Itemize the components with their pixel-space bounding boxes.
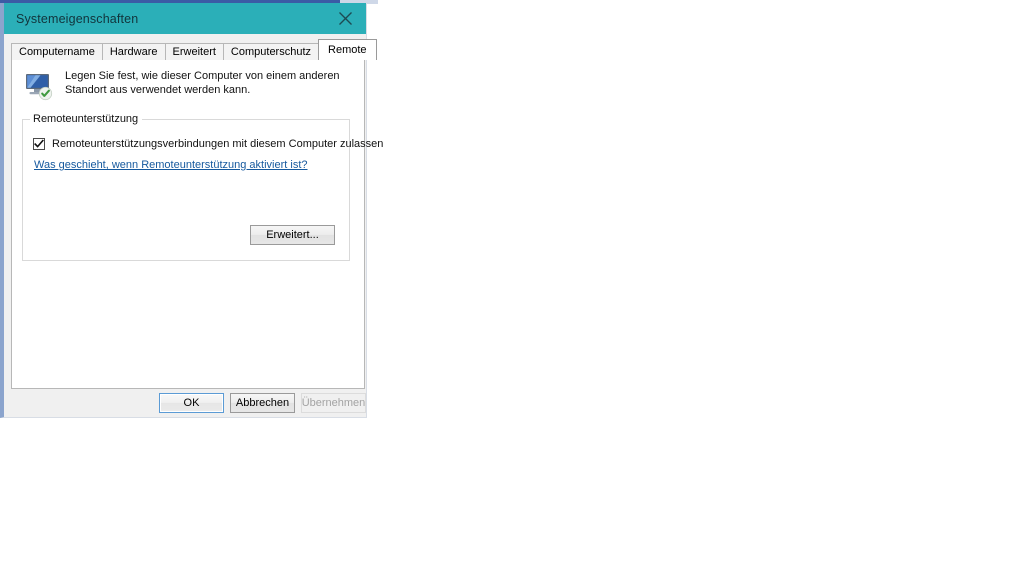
tab-strip: Computername Hardware Erweitert Computer…	[11, 39, 377, 60]
remote-computer-icon	[26, 74, 53, 101]
tab-erweitert[interactable]: Erweitert	[164, 43, 224, 60]
ok-button[interactable]: OK	[159, 393, 224, 413]
groupbox-legend: Remoteunterstützung	[30, 113, 143, 125]
remote-assistance-groupbox: Remoteunterstützung Remoteunterstützungs…	[22, 113, 383, 261]
tab-computerschutz[interactable]: Computerschutz	[222, 43, 320, 60]
system-properties-dialog: Systemeigenschaften Computername Hardwar…	[0, 3, 383, 418]
panel-description: Legen Sie fest, wie dieser Computer von …	[65, 70, 340, 96]
tab-computername[interactable]: Computername	[11, 43, 103, 60]
panel-header: Legen Sie fest, wie dieser Computer von …	[24, 68, 341, 101]
close-icon[interactable]	[324, 3, 366, 34]
cancel-button[interactable]: Abbrechen	[230, 393, 295, 413]
title-bar: Systemeigenschaften	[4, 3, 366, 34]
allow-remote-assistance-row[interactable]: Remoteunterstützungsverbindungen mit die…	[33, 138, 383, 150]
dialog-button-bar: OK Abbrechen Übernehmen	[4, 389, 366, 417]
remote-assistance-help-link[interactable]: Was geschieht, wenn Remoteunterstützung …	[34, 159, 308, 171]
tab-remote[interactable]: Remote	[318, 39, 377, 60]
window-title: Systemeigenschaften	[16, 11, 139, 26]
advanced-button[interactable]: Erweitert...	[250, 225, 335, 245]
apply-button: Übernehmen	[301, 393, 366, 413]
allow-remote-assistance-checkbox[interactable]	[33, 138, 45, 150]
allow-remote-assistance-label: Remoteunterstützungsverbindungen mit die…	[52, 138, 384, 150]
remote-tab-panel: Legen Sie fest, wie dieser Computer von …	[11, 59, 383, 389]
tab-hardware[interactable]: Hardware	[101, 43, 166, 60]
